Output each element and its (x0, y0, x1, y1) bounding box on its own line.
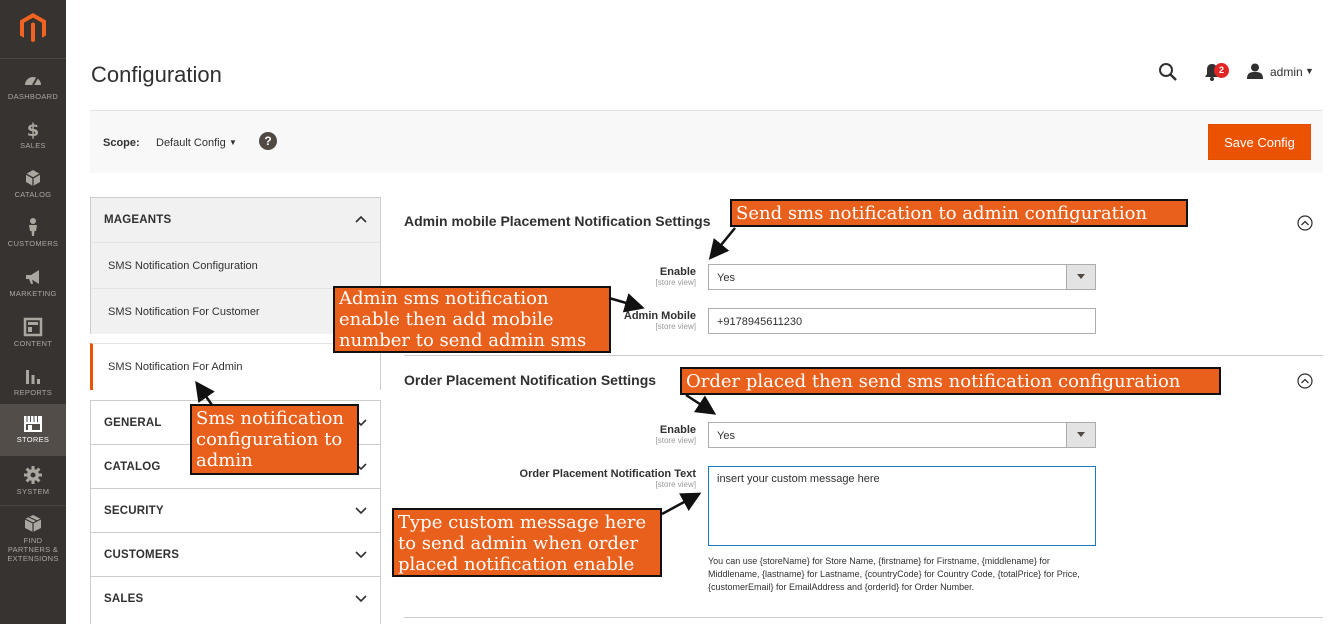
annotation-arrows (195, 227, 736, 516)
annotation-arrow (685, 393, 717, 415)
annotation-arrow (661, 492, 702, 516)
annotation-arrow (608, 293, 645, 313)
annotation-arrow (195, 380, 215, 406)
annotation-arrow (708, 227, 736, 260)
